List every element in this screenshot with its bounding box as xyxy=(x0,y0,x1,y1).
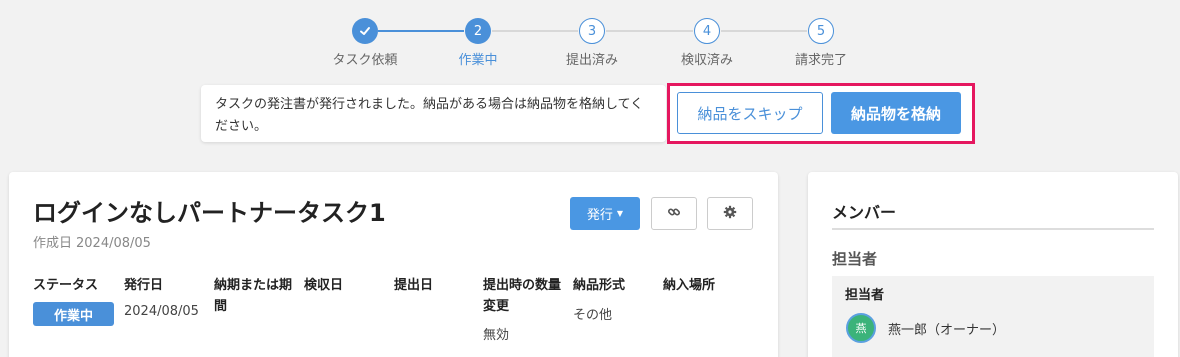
column-header-deadline: 納期または期間 xyxy=(214,278,293,314)
member-name: 燕一郎（オーナー） xyxy=(888,323,1006,338)
column-header-status: ステータス xyxy=(33,278,99,293)
step-label: 請求完了 xyxy=(794,53,847,68)
column-header-acceptance-date: 検収日 xyxy=(304,278,344,293)
quantity-change-value: 無効 xyxy=(483,328,510,343)
step-label: タスク依頼 xyxy=(332,53,398,68)
column-header-issue-date: 発行日 xyxy=(124,278,164,293)
notice-message: タスクの発注書が発行されました。納品がある場合は納品物を格納してください。 xyxy=(201,85,666,142)
step-accepted: 4 検収済み xyxy=(657,18,757,68)
step-label: 作業中 xyxy=(458,53,498,68)
column-header-submission-date: 提出日 xyxy=(394,278,434,293)
caret-down-icon: ▼ xyxy=(616,209,624,218)
issue-date-value: 2024/08/05 xyxy=(124,304,199,319)
status-badge: 作業中 xyxy=(33,302,114,326)
column-header-quantity-change: 提出時の数量変更 xyxy=(483,278,562,314)
publish-label: 発行 xyxy=(586,208,613,223)
assignee-panel-title: 担当者 xyxy=(845,288,885,303)
step-task-request: タスク依頼 xyxy=(315,18,415,68)
created-value: 2024/08/05 xyxy=(76,236,151,251)
step-label: 検収済み xyxy=(680,53,733,68)
created-date: 作成日 2024/08/05 xyxy=(33,232,155,251)
check-icon xyxy=(352,18,378,44)
step-number: 4 xyxy=(694,18,720,44)
column-header-delivery-format: 納品形式 xyxy=(573,278,626,293)
publish-dropdown-button[interactable]: 発行 ▼ xyxy=(570,197,640,230)
link-icon xyxy=(667,205,681,223)
settings-button[interactable] xyxy=(707,197,753,230)
step-submitted: 3 提出済み xyxy=(542,18,642,68)
gear-icon xyxy=(723,205,737,223)
column-header-delivery-place: 納入場所 xyxy=(663,278,716,293)
step-billed: 5 請求完了 xyxy=(771,18,871,68)
divider xyxy=(832,228,1154,230)
link-button[interactable] xyxy=(651,197,697,230)
members-title: メンバー xyxy=(832,203,897,222)
delivery-format-value: その他 xyxy=(573,308,613,323)
store-deliverable-button[interactable]: 納品物を格納 xyxy=(831,92,961,134)
step-number: 5 xyxy=(808,18,834,44)
avatar: 燕 xyxy=(846,313,876,343)
step-label: 提出済み xyxy=(565,53,618,68)
created-label: 作成日 xyxy=(33,236,73,251)
step-in-progress: 2 作業中 xyxy=(428,18,528,68)
step-number: 2 xyxy=(465,18,491,44)
step-number: 3 xyxy=(579,18,605,44)
skip-delivery-button[interactable]: 納品をスキップ xyxy=(677,92,823,134)
assignee-heading: 担当者 xyxy=(832,250,878,268)
task-title: ログインなしパートナータスク1 xyxy=(33,199,386,227)
